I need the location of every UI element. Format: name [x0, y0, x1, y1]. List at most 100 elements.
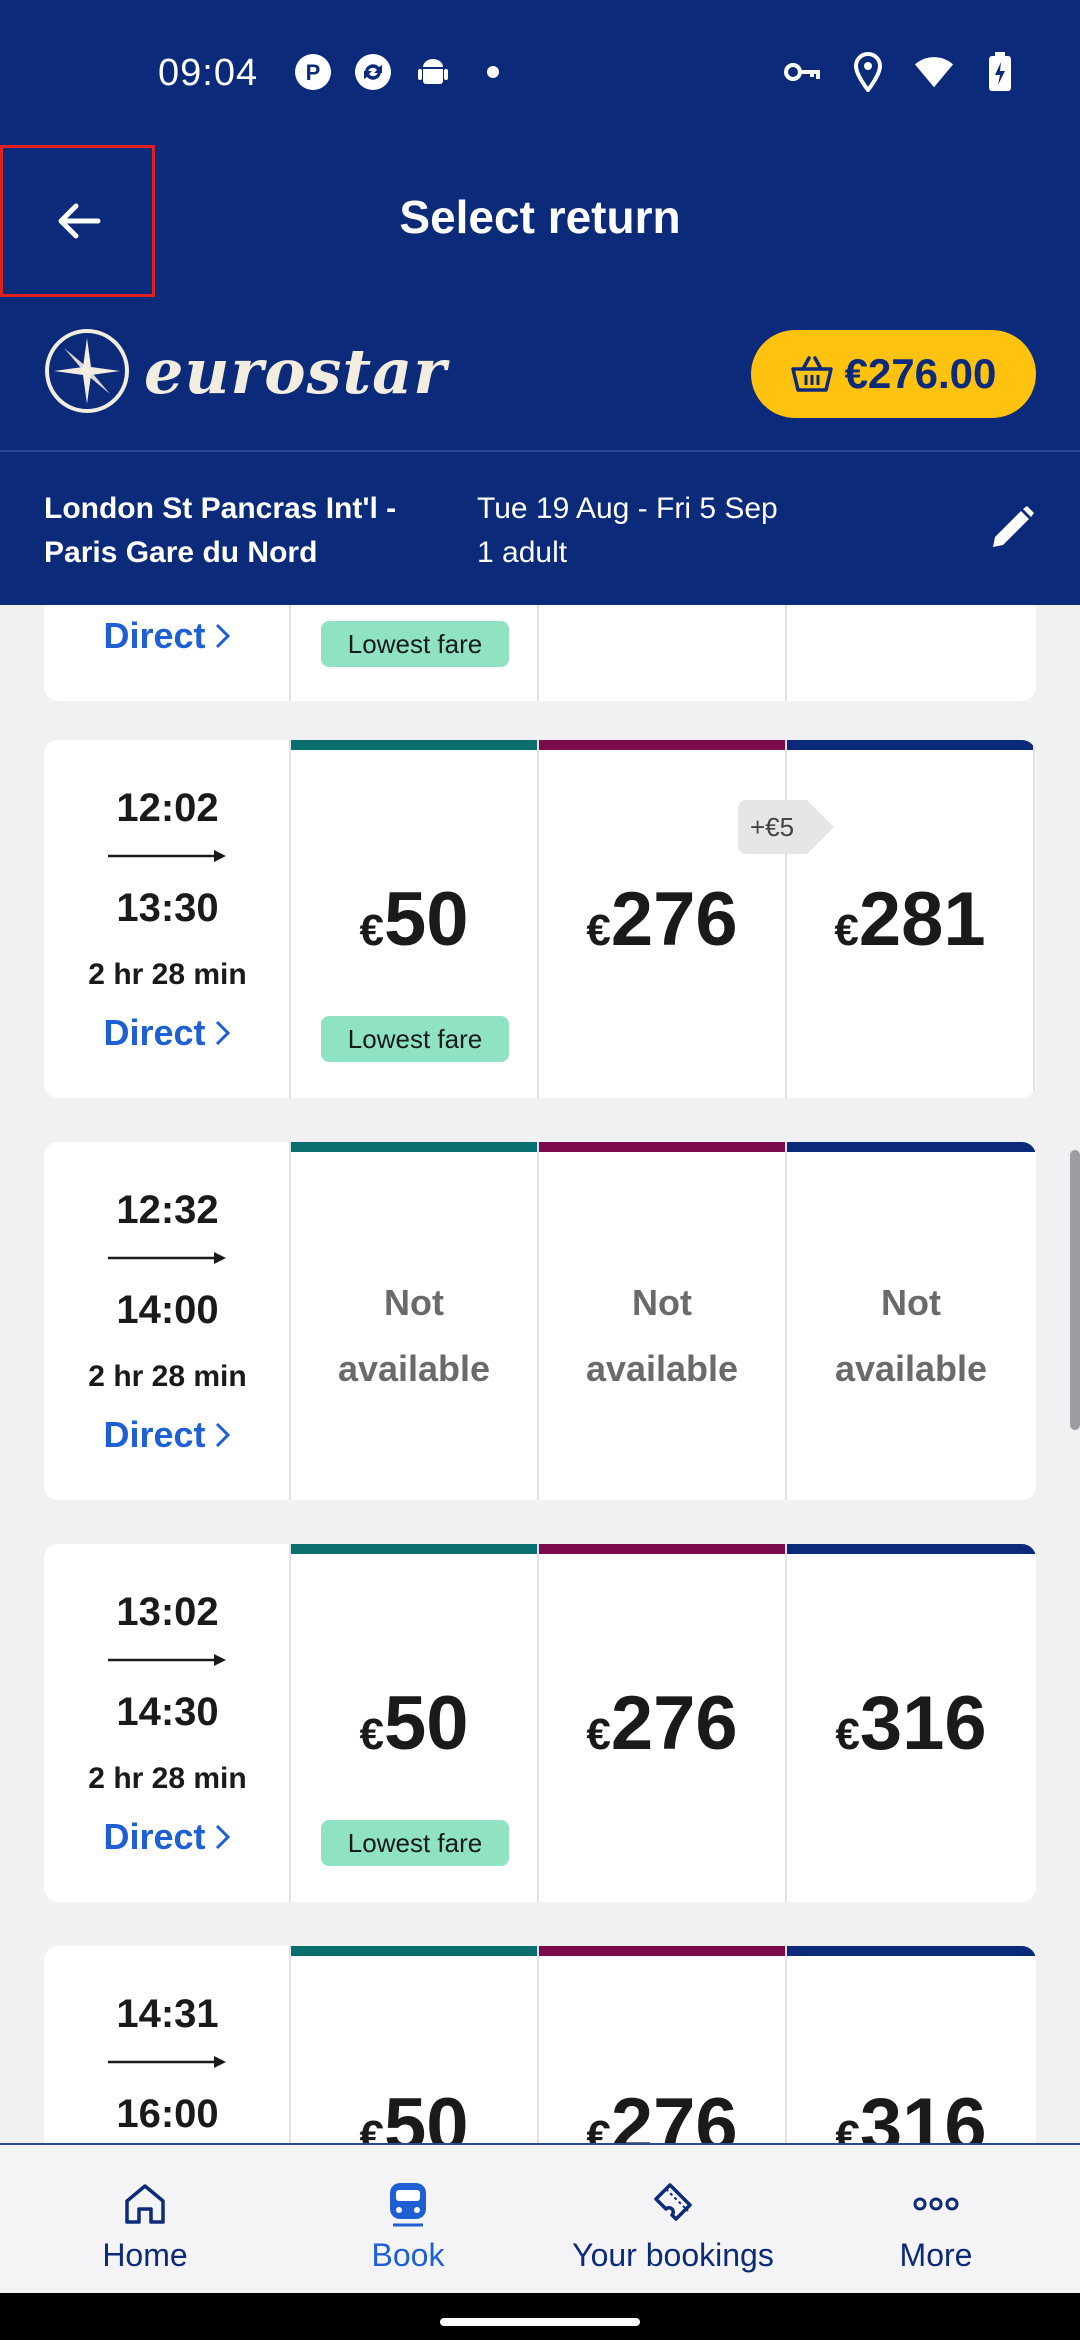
- nav-more[interactable]: More: [801, 2145, 1071, 2295]
- brand-name: eurostar: [144, 334, 447, 408]
- departure-time: 12:32: [116, 1188, 219, 1232]
- plus-class-bar: [539, 1544, 785, 1554]
- fare-premier[interactable]: [787, 605, 1035, 701]
- gesture-handle[interactable]: [440, 2318, 640, 2326]
- journey-duration: 2 hr 28 min: [88, 1762, 247, 1795]
- journey-route: London St Pancras Int'l - Paris Gare du …: [44, 487, 396, 575]
- app-sync-icon: [353, 52, 393, 92]
- direct-label: Direct: [103, 1012, 206, 1053]
- eurostar-star-icon: [45, 329, 129, 413]
- train-card[interactable]: 13:02 14:30 2 hr 28 min Direct €50 Lowes…: [44, 1544, 1036, 1902]
- arrival-time: 13:30: [116, 886, 219, 930]
- route-line-1: London St Pancras Int'l -: [44, 492, 397, 525]
- nav-book[interactable]: Book: [273, 2145, 543, 2295]
- app-p-icon: P: [293, 52, 333, 92]
- fare-standard[interactable]: €50: [291, 1946, 539, 2143]
- standard-class-bar: [291, 740, 537, 750]
- time-column: 12:02 13:30 2 hr 28 min Direct: [44, 740, 291, 1098]
- nav-book-label: Book: [371, 2237, 445, 2273]
- route-line-2: Paris Gare du Nord: [44, 536, 318, 569]
- premier-class-bar: [787, 1544, 1035, 1554]
- not-available: Not available: [337, 1282, 491, 1389]
- time-column: 12:32 14:00 2 hr 28 min Direct: [44, 1142, 291, 1500]
- time-column: Direct: [44, 605, 291, 701]
- fare-price: €50: [359, 2083, 469, 2143]
- home-icon: [118, 2177, 172, 2231]
- train-icon: [381, 2177, 435, 2231]
- direct-link[interactable]: Direct: [44, 1816, 291, 1858]
- fare-price: €50: [359, 1681, 469, 1766]
- arrival-time: 16:00: [116, 2092, 219, 2136]
- direct-label: Direct: [103, 1414, 206, 1455]
- premier-class-bar: [787, 1946, 1035, 1956]
- fare-standard[interactable]: €50 Lowest fare: [291, 740, 539, 1098]
- arrow-right-icon: [108, 2056, 226, 2068]
- direct-link[interactable]: Direct: [44, 615, 291, 657]
- scrollbar[interactable]: [1070, 1150, 1080, 1430]
- fare-premier[interactable]: €316: [787, 1544, 1035, 1902]
- nav-your-bookings[interactable]: Your bookings: [538, 2145, 808, 2295]
- fare-standard: Not available: [291, 1142, 539, 1500]
- system-navigation-bar: [0, 2293, 1080, 2340]
- not-available: Not available: [585, 1282, 739, 1389]
- eurostar-logo: eurostar: [44, 328, 447, 414]
- fare-price: €276: [586, 1681, 738, 1766]
- travel-dates: Tue 19 Aug - Fri 5 Sep: [477, 492, 778, 525]
- train-list[interactable]: Direct Lowest fare 12:02 13:30 2 hr 28 m…: [0, 605, 1080, 2143]
- basket-button[interactable]: €276.00: [751, 330, 1036, 418]
- fare-premier[interactable]: €281: [787, 740, 1035, 1098]
- fare-price: €316: [835, 1681, 987, 1766]
- fare-plus[interactable]: [539, 605, 787, 701]
- fare-standard[interactable]: Lowest fare: [291, 605, 539, 701]
- standard-class-bar: [291, 1946, 537, 1956]
- ticket-icon: [646, 2177, 700, 2231]
- departure-time: 12:02: [116, 786, 219, 830]
- journey-duration: 2 hr 28 min: [88, 1360, 247, 1393]
- train-card[interactable]: 14:31 16:00 €50 €276 €316: [44, 1946, 1036, 2143]
- vpn-key-icon: [782, 52, 822, 92]
- status-time: 09:04: [158, 52, 259, 94]
- fare-price: €276: [586, 2083, 738, 2143]
- arrow-right-icon: [108, 850, 226, 862]
- fare-plus[interactable]: €276: [539, 740, 787, 1098]
- direct-link[interactable]: Direct: [44, 1414, 291, 1456]
- fare-standard[interactable]: €50 Lowest fare: [291, 1544, 539, 1902]
- fare-price: €50: [359, 877, 469, 962]
- fare-price: €316: [835, 2083, 987, 2143]
- lowest-fare-badge: Lowest fare: [321, 1016, 509, 1062]
- direct-link[interactable]: Direct: [44, 1012, 291, 1054]
- plus-class-bar: [539, 1946, 785, 1956]
- plus-class-bar: [539, 740, 785, 750]
- standard-class-bar: [291, 1142, 537, 1152]
- direct-label: Direct: [103, 1816, 206, 1857]
- page-title: Select return: [399, 191, 681, 243]
- basket-icon: [790, 356, 833, 392]
- arrow-right-icon: [108, 1252, 226, 1264]
- arrival-time: 14:00: [116, 1288, 219, 1332]
- fare-premier: Not available: [787, 1142, 1035, 1500]
- header-divider: [0, 450, 1080, 452]
- fare-plus[interactable]: €276: [539, 1946, 787, 2143]
- fare-premier[interactable]: €316: [787, 1946, 1035, 2143]
- nav-home-label: Home: [102, 2237, 188, 2273]
- train-card[interactable]: 12:02 13:30 2 hr 28 min Direct €50 Lowes…: [44, 740, 1036, 1098]
- time-column: 14:31 16:00: [44, 1946, 291, 2143]
- edit-journey-button[interactable]: [984, 500, 1040, 556]
- lowest-fare-badge: Lowest fare: [321, 1820, 509, 1866]
- plus-class-bar: [539, 1142, 785, 1152]
- premier-class-bar: [787, 740, 1033, 750]
- bottom-navigation: Home Book Your bookings More: [0, 2143, 1080, 2293]
- train-card-partial[interactable]: Direct Lowest fare: [44, 605, 1036, 701]
- battery-icon: [980, 52, 1020, 92]
- status-left-icons: P: [293, 52, 513, 92]
- status-right-icons: [782, 52, 1020, 92]
- lowest-fare-badge: Lowest fare: [321, 621, 509, 667]
- not-available: Not available: [834, 1282, 988, 1389]
- status-bar: 09:04 P: [0, 0, 1080, 150]
- chevron-right-icon: [215, 1824, 230, 1850]
- journey-dates: Tue 19 Aug - Fri 5 Sep 1 adult: [477, 487, 778, 575]
- departure-time: 13:02: [116, 1590, 219, 1634]
- fare-plus[interactable]: €276: [539, 1544, 787, 1902]
- train-card[interactable]: 12:32 14:00 2 hr 28 min Direct Not availa…: [44, 1142, 1036, 1500]
- nav-home[interactable]: Home: [10, 2145, 280, 2295]
